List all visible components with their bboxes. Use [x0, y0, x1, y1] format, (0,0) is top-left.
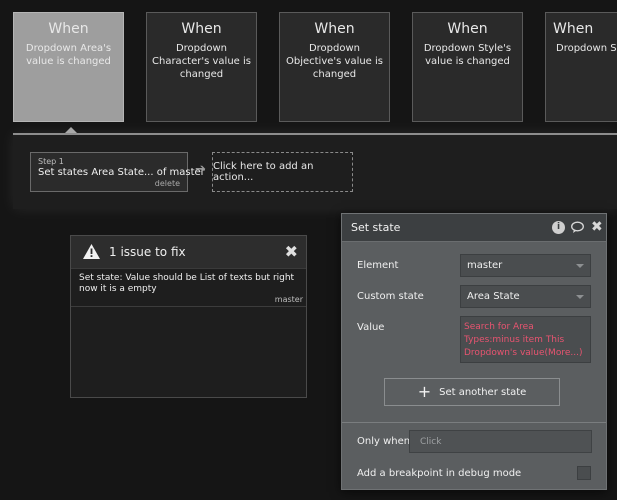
set-another-state-label: Set another state — [439, 386, 527, 398]
step-delete-link[interactable]: delete — [155, 179, 180, 188]
event-row: When Dropdown Area's value is changed Wh… — [0, 0, 617, 122]
event-when-label: When — [553, 21, 594, 37]
panel-header: Set state i ✖ — [342, 214, 606, 242]
issue-source: master — [274, 295, 303, 304]
warning-icon — [83, 244, 100, 259]
panel-title: Set state — [351, 221, 401, 234]
issues-header: 1 issue to fix ✖ — [71, 236, 306, 269]
issues-panel: 1 issue to fix ✖ Set state: Value should… — [70, 235, 307, 398]
divider — [342, 422, 606, 423]
close-icon[interactable]: ✖ — [591, 219, 603, 235]
step-number-label: Step 1 — [38, 157, 64, 166]
event-card-dropdown-area[interactable]: When Dropdown Area's value is changed — [13, 12, 124, 122]
arrow-right-icon: ➔ — [195, 162, 206, 177]
chevron-down-icon — [576, 295, 584, 299]
only-when-label: Only when — [357, 436, 411, 447]
plus-icon: + — [417, 382, 432, 401]
custom-state-label: Custom state — [357, 291, 424, 302]
event-card-dropdown-subject[interactable]: When Dropdown Subj... value is cha... — [545, 12, 617, 122]
chevron-down-icon — [576, 264, 584, 268]
info-icon[interactable]: i — [552, 221, 565, 234]
event-when-label: When — [181, 21, 222, 37]
value-label: Value — [357, 322, 385, 333]
event-description: Dropdown Subj... value is cha... — [556, 43, 617, 54]
event-description: Dropdown Style's value is changed — [423, 43, 512, 67]
event-card-dropdown-objective[interactable]: When Dropdown Objective's value is chang… — [279, 12, 390, 122]
step-title: Set states Area State... of master — [38, 167, 205, 178]
event-description: Dropdown Objective's value is changed — [285, 43, 384, 80]
element-value: master — [467, 260, 503, 271]
value-expression-field[interactable]: Search for Area Types:minus item This Dr… — [460, 316, 591, 363]
element-label: Element — [357, 260, 399, 271]
event-when-label: When — [447, 21, 488, 37]
element-dropdown[interactable]: master — [460, 254, 591, 277]
event-card-dropdown-character[interactable]: When Dropdown Character's value is chang… — [146, 12, 257, 122]
close-icon[interactable]: ✖ — [285, 242, 298, 261]
issue-item[interactable]: Set state: Value should be List of texts… — [71, 269, 306, 307]
breakpoint-checkbox[interactable] — [577, 466, 591, 480]
set-state-panel: Set state i ✖ Element master Custom stat… — [341, 213, 607, 490]
event-card-dropdown-style[interactable]: When Dropdown Style's value is changed — [412, 12, 523, 122]
issue-text: Set state: Value should be List of texts… — [79, 273, 295, 294]
custom-state-value: Area State — [467, 291, 520, 302]
breakpoint-label: Add a breakpoint in debug mode — [357, 468, 522, 479]
workflow-actions-strip: Step 1 Set states Area State... of maste… — [13, 133, 617, 209]
event-when-label: When — [48, 21, 89, 37]
issues-title: 1 issue to fix — [109, 245, 186, 259]
only-when-field[interactable]: Click — [409, 430, 592, 453]
event-description: Dropdown Character's value is changed — [152, 43, 251, 80]
set-another-state-button[interactable]: + Set another state — [384, 378, 560, 406]
add-action-button[interactable]: Click here to add an action... — [212, 152, 353, 192]
event-when-label: When — [314, 21, 355, 37]
comment-icon[interactable] — [571, 221, 584, 234]
event-description: Dropdown Area's value is changed — [25, 43, 112, 67]
step-1-card[interactable]: Step 1 Set states Area State... of maste… — [30, 152, 205, 192]
custom-state-dropdown[interactable]: Area State — [460, 285, 591, 308]
